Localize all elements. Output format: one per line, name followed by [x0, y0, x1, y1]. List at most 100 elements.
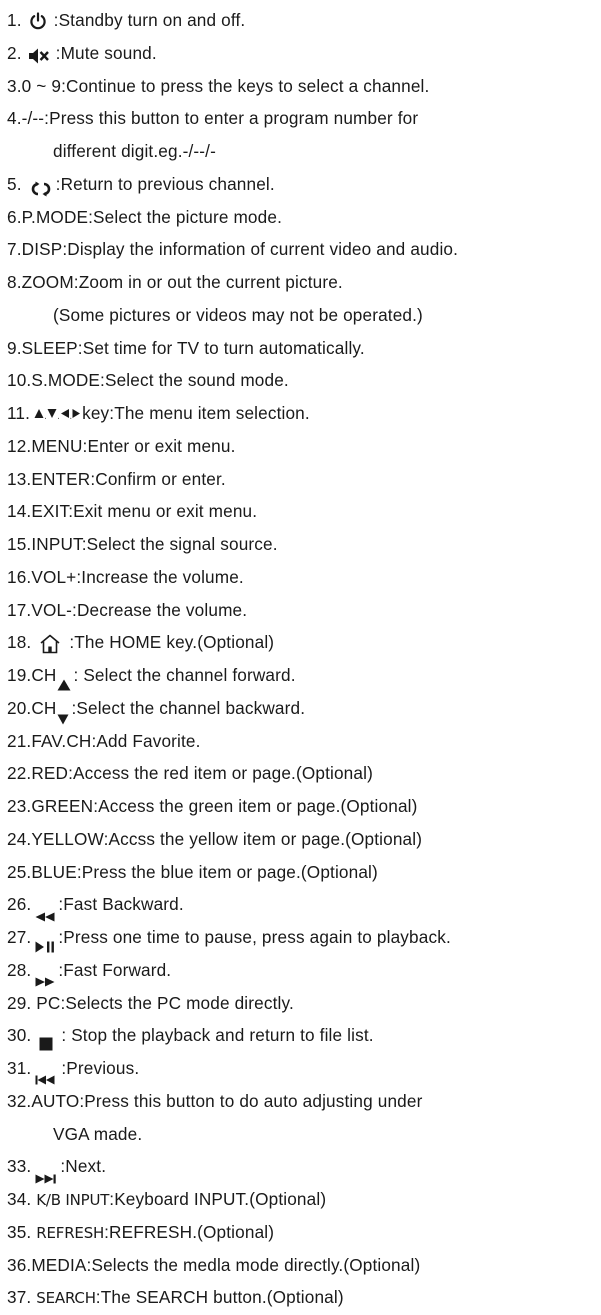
key-name: REFRESH — [36, 1223, 105, 1242]
item-text: 8.ZOOM:Zoom in or out the current pictur… — [7, 272, 343, 292]
item-text: : Stop the playback and return to file l… — [61, 1025, 374, 1046]
item-text: 29. PC:Selects the PC mode directly. — [7, 992, 294, 1013]
item-15-input: 15.INPUT:Select the signal source. — [7, 528, 599, 561]
next-icon — [35, 1162, 57, 1184]
item-text: (Some pictures or videos may not be oper… — [53, 304, 423, 325]
item-34-kb-input: 34. K/B INPUT:Keyboard INPUT.(Optional) — [7, 1183, 599, 1216]
item-10-smode: 10.S.MODE:Select the sound mode. — [7, 364, 599, 397]
key-name: SEARCH — [36, 1289, 96, 1308]
item-number: 30. — [7, 1025, 32, 1046]
item-text: 3.0 ~ 9:Continue to press the keys to se… — [7, 75, 430, 96]
item-text: :Previous. — [61, 1058, 140, 1078]
item-16-vol-up: 16.VOL+:Increase the volume. — [7, 561, 599, 594]
item-29-pc: 29. PC:Selects the PC mode directly. — [7, 987, 599, 1020]
item-text: 14.EXIT:Exit menu or exit menu. — [7, 501, 258, 522]
item-text: 10.S.MODE:Select the sound mode. — [7, 370, 289, 391]
item-1-standby: 1. :Standby turn on and off. — [7, 4, 599, 37]
item-13-enter: 13.ENTER:Confirm or enter. — [7, 463, 599, 496]
item-text: 15.INPUT:Select the signal source. — [7, 534, 278, 554]
item-text: : Select the channel forward. — [73, 665, 296, 685]
triangle-up-icon — [57, 669, 71, 691]
item-30-stop: 30. : Stop the playback and return to fil… — [7, 1019, 599, 1052]
item-text: :Fast Forward. — [58, 959, 172, 980]
item-8-zoom: 8.ZOOM:Zoom in or out the current pictur… — [7, 266, 599, 299]
item-number: 31. — [7, 1058, 32, 1078]
item-14-exit: 14.EXIT:Exit menu or exit menu. — [7, 495, 599, 528]
item-27-play-pause: 27.:Press one time to pause, press again… — [7, 921, 599, 954]
item-text: 6.P.MODE:Select the picture mode. — [7, 206, 282, 227]
item-text: 24.YELLOW:Accss the yellow item or page.… — [7, 828, 423, 849]
item-number: 19.CH — [7, 665, 57, 685]
item-26-fast-backward: 26. :Fast Backward. — [7, 888, 599, 922]
item-text: 22.RED:Access the red item or page.(Opti… — [7, 763, 373, 784]
item-number: 1. — [7, 10, 22, 30]
item-text: :REFRESH.(Optional) — [104, 1221, 275, 1242]
power-icon — [28, 9, 48, 30]
item-25-blue: 25.BLUE:Press the blue item or page.(Opt… — [7, 856, 599, 889]
item-text: key:The menu item selection. — [82, 403, 310, 423]
return-icon — [30, 175, 52, 197]
item-23-green: 23.GREEN:Access the green item or page.(… — [7, 790, 599, 823]
play-pause-icon — [35, 931, 55, 953]
item-33-next: 33.:Next. — [7, 1150, 599, 1184]
key-name: K/B INPUT — [36, 1191, 110, 1209]
item-text: :The HOME key.(Optional) — [69, 632, 275, 653]
item-text: 23.GREEN:Access the green item or page.(… — [7, 796, 418, 816]
previous-icon — [35, 1063, 55, 1085]
item-35-refresh: 35. REFRESH:REFRESH.(Optional) — [7, 1216, 599, 1249]
item-text: 21.FAV.CH:Add Favorite. — [7, 730, 201, 751]
item-9-sleep: 9.SLEEP:Set time for TV to turn automati… — [7, 332, 599, 365]
item-text: :Return to previous channel. — [55, 173, 275, 194]
item-5-return: 5. :Return to previous channel. — [7, 168, 599, 201]
item-32-continuation: VGA made. — [7, 1118, 599, 1151]
item-text: 7.DISP:Display the information of curren… — [7, 239, 459, 260]
item-6-pmode: 6.P.MODE:Select the picture mode. — [7, 201, 599, 234]
item-24-yellow: 24.YELLOW:Accss the yellow item or page.… — [7, 823, 599, 856]
home-icon — [39, 632, 61, 654]
item-number: 26. — [7, 894, 32, 915]
item-11-arrow-keys: 11. key:The menu item selection. — [7, 397, 599, 430]
item-text: :The SEARCH button.(Optional) — [95, 1287, 344, 1308]
item-text: :Standby turn on and off. — [53, 10, 246, 30]
item-32-auto: 32.AUTO:Press this button to do auto adj… — [7, 1085, 599, 1118]
stop-icon — [39, 1029, 53, 1051]
item-text: different digit.eg.-/--/- — [53, 141, 216, 161]
item-36-media: 36.MEDIA:Selects the medla mode directly… — [7, 1249, 599, 1282]
item-2-mute: 2. :Mute sound. — [7, 37, 599, 70]
item-20-ch-down: 20.CH:Select the channel backward. — [7, 692, 599, 725]
item-19-ch-up: 19.CH : Select the channel forward. — [7, 659, 599, 692]
item-12-menu: 12.MENU:Enter or exit menu. — [7, 430, 599, 463]
fast-backward-icon — [35, 900, 55, 922]
item-text: 9.SLEEP:Set time for TV to turn automati… — [7, 337, 365, 358]
item-text: 4.-/--:Press this button to enter a prog… — [7, 108, 419, 129]
item-text: 17.VOL-:Decrease the volume. — [7, 599, 248, 620]
item-text: VGA made. — [53, 1123, 143, 1144]
item-number: 28. — [7, 959, 32, 980]
item-22-red: 22.RED:Access the red item or page.(Opti… — [7, 757, 599, 790]
item-text: 25.BLUE:Press the blue item or page.(Opt… — [7, 861, 378, 882]
item-number: 5. — [7, 173, 22, 194]
item-number: 33. — [7, 1156, 32, 1177]
item-number: 2. — [7, 42, 22, 63]
triangle-down-icon — [57, 703, 69, 725]
arrow-keys-icon — [34, 397, 81, 430]
mute-icon — [28, 43, 50, 64]
item-8-continuation: (Some pictures or videos may not be oper… — [7, 299, 599, 332]
item-21-fav-ch: 21.FAV.CH:Add Favorite. — [7, 725, 599, 758]
item-3-digits: 3.0 ~ 9:Continue to press the keys to se… — [7, 70, 599, 103]
item-text: :Keyboard INPUT.(Optional) — [109, 1189, 327, 1209]
item-text: 36.MEDIA:Selects the medla mode directly… — [7, 1254, 421, 1275]
item-text: :Press one time to pause, press again to… — [58, 927, 451, 947]
item-text: :Select the channel backward. — [71, 697, 306, 718]
item-text: :Mute sound. — [55, 42, 157, 63]
item-text: :Fast Backward. — [58, 894, 184, 915]
item-4-continuation: different digit.eg.-/--/- — [7, 135, 599, 168]
item-31-previous: 31. :Previous. — [7, 1052, 599, 1085]
item-text: 12.MENU:Enter or exit menu. — [7, 435, 236, 456]
item-37-search: 37. SEARCH:The SEARCH button.(Optional) — [7, 1281, 599, 1314]
item-text: 16.VOL+:Increase the volume. — [7, 566, 244, 587]
item-7-disp: 7.DISP:Display the information of curren… — [7, 233, 599, 266]
item-number: 11. — [7, 403, 31, 423]
item-18-home: 18.:The HOME key.(Optional) — [7, 626, 599, 659]
item-text: 13.ENTER:Confirm or enter. — [7, 468, 226, 489]
